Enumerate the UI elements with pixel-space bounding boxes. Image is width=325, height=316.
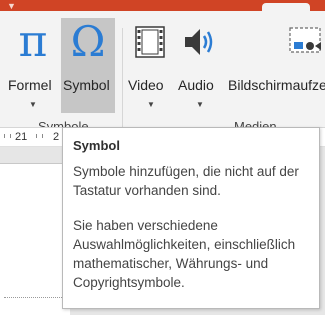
ribbon: π Formel ▼ Ω Symbol Symbole bbox=[0, 11, 325, 134]
film-icon bbox=[128, 18, 172, 66]
collapse-arrow-icon[interactable]: ▼ bbox=[7, 2, 16, 11]
symbol-tooltip: Symbol Symbole hinzufügen, die nicht auf… bbox=[62, 127, 320, 309]
ruler-tick bbox=[36, 134, 37, 138]
chevron-down-icon[interactable]: ▼ bbox=[8, 101, 58, 109]
formula-button[interactable]: π Formel ▼ bbox=[8, 18, 58, 113]
speaker-icon bbox=[178, 18, 222, 66]
tooltip-title: Symbol bbox=[73, 138, 120, 153]
title-bar: ▼ bbox=[0, 0, 325, 11]
active-tab-edge bbox=[262, 3, 310, 11]
ruler-tick bbox=[10, 134, 11, 138]
screen-recording-button[interactable]: Bildschirmaufze bbox=[226, 18, 325, 113]
pi-icon: π bbox=[18, 16, 48, 67]
ruler-tick bbox=[42, 134, 43, 138]
omega-icon: Ω bbox=[70, 17, 106, 66]
placeholder-border bbox=[4, 297, 64, 298]
chevron-down-icon[interactable]: ▼ bbox=[130, 101, 172, 109]
ruler-tick bbox=[4, 134, 5, 138]
video-button[interactable]: Video ▼ bbox=[128, 18, 172, 113]
chevron-down-icon[interactable]: ▼ bbox=[178, 101, 222, 109]
ruler-number: 2 bbox=[53, 131, 60, 143]
symbol-button[interactable]: Ω Symbol bbox=[61, 18, 115, 113]
ruler-number: 21 bbox=[15, 131, 28, 143]
tooltip-details: Sie haben verschiedene Auswahlmöglichkei… bbox=[73, 218, 296, 290]
audio-button[interactable]: Audio ▼ bbox=[178, 18, 222, 113]
tooltip-description: Symbole hinzufügen, die nicht auf der Ta… bbox=[73, 164, 299, 198]
screen-recording-button-label: Bildschirmaufze bbox=[228, 77, 325, 93]
screen-recording-icon bbox=[226, 18, 325, 66]
slide-page[interactable] bbox=[0, 163, 70, 316]
